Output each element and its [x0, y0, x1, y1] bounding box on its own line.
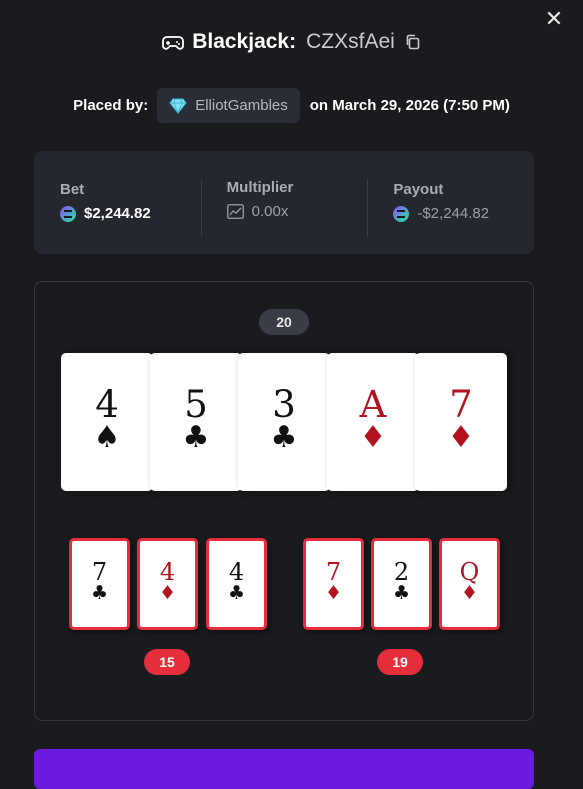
placed-by-row: Placed by: ElliotGambles on March 29, 20… — [0, 88, 583, 123]
card-rank: 4 — [95, 383, 119, 426]
placed-by-label: Placed by: — [73, 97, 149, 114]
copy-icon[interactable] — [405, 34, 421, 50]
payout-value: -$2,244.82 — [417, 205, 490, 222]
modal-title: Blackjack: CZXsfAei — [0, 30, 583, 54]
multiplier-stat: Multiplier 0.00x — [200, 151, 368, 254]
game-board: 20 4 ♠ 5 ♣ 3 ♣ A ♦ 7 ♦ 7 ♣ 4 ♦ 4 ♣ 7 ♦ 2… — [34, 281, 534, 721]
card-rank: 7 — [325, 558, 342, 586]
hand2-card-3: Q ♦ — [439, 538, 500, 630]
card-suit: ♦ — [460, 582, 479, 604]
gamepad-icon — [162, 36, 185, 50]
card-rank: 7 — [91, 558, 108, 586]
multiplier-label: Multiplier — [226, 179, 294, 196]
user-chip[interactable]: ElliotGambles — [157, 88, 300, 123]
card-rank: 5 — [184, 383, 208, 426]
card-rank: 4 — [228, 558, 245, 586]
primary-action-button[interactable] — [34, 749, 534, 789]
dealer-card-5: 7 ♦ — [415, 353, 507, 491]
multiplier-value: 0.00x — [251, 203, 289, 220]
card-suit: ♦ — [359, 420, 387, 455]
hand1-card-3: 4 ♣ — [206, 538, 267, 630]
card-rank: 3 — [272, 383, 296, 426]
dealer-card-4: A ♦ — [327, 353, 419, 491]
game-id: CZXsfAei — [306, 30, 395, 53]
chart-icon — [226, 204, 244, 219]
dealer-card-2: 5 ♣ — [150, 353, 242, 491]
bet-label: Bet — [60, 181, 85, 198]
payout-label: Payout — [393, 181, 444, 198]
card-suit: ♦ — [447, 420, 475, 455]
solana-coin-icon — [393, 205, 410, 222]
dealer-total-badge: 20 — [259, 309, 309, 335]
card-suit: ♣ — [90, 582, 109, 604]
dealer-card-1: 4 ♠ — [61, 353, 153, 491]
close-button[interactable]: ✕ — [543, 8, 565, 30]
card-suit: ♣ — [392, 582, 411, 604]
card-rank: 4 — [159, 558, 176, 586]
hand2-card-2: 2 ♣ — [371, 538, 432, 630]
placed-date: on March 29, 2026 (7:50 PM) — [309, 97, 510, 114]
close-icon: ✕ — [544, 6, 564, 31]
card-rank: A — [359, 383, 387, 426]
card-suit: ♦ — [324, 582, 343, 604]
card-suit: ♦ — [158, 582, 177, 604]
card-suit: ♣ — [227, 582, 246, 604]
hand1-total-badge: 15 — [144, 649, 190, 675]
dealer-card-3: 3 ♣ — [238, 353, 330, 491]
solana-coin-icon — [60, 205, 76, 222]
diamond-gem-icon — [169, 98, 187, 114]
payout-stat: Payout -$2,244.82 — [367, 151, 534, 254]
card-rank: 2 — [393, 558, 410, 586]
bet-stat: Bet $2,244.82 — [34, 151, 201, 254]
hand1-card-2: 4 ♦ — [137, 538, 198, 630]
hand2-card-1: 7 ♦ — [303, 538, 364, 630]
bet-stats-panel: Bet $2,244.82 Multiplier 0.00x Payout -$… — [34, 151, 534, 254]
card-rank: Q — [459, 558, 480, 586]
hand1-card-1: 7 ♣ — [69, 538, 130, 630]
bet-value: $2,244.82 — [84, 205, 151, 222]
card-suit: ♠ — [93, 420, 121, 455]
card-suit: ♣ — [270, 420, 298, 455]
card-suit: ♣ — [182, 420, 210, 455]
hand2-total-badge: 19 — [377, 649, 423, 675]
card-rank: 7 — [449, 383, 473, 426]
game-name: Blackjack: — [192, 30, 297, 53]
username: ElliotGambles — [195, 97, 288, 114]
